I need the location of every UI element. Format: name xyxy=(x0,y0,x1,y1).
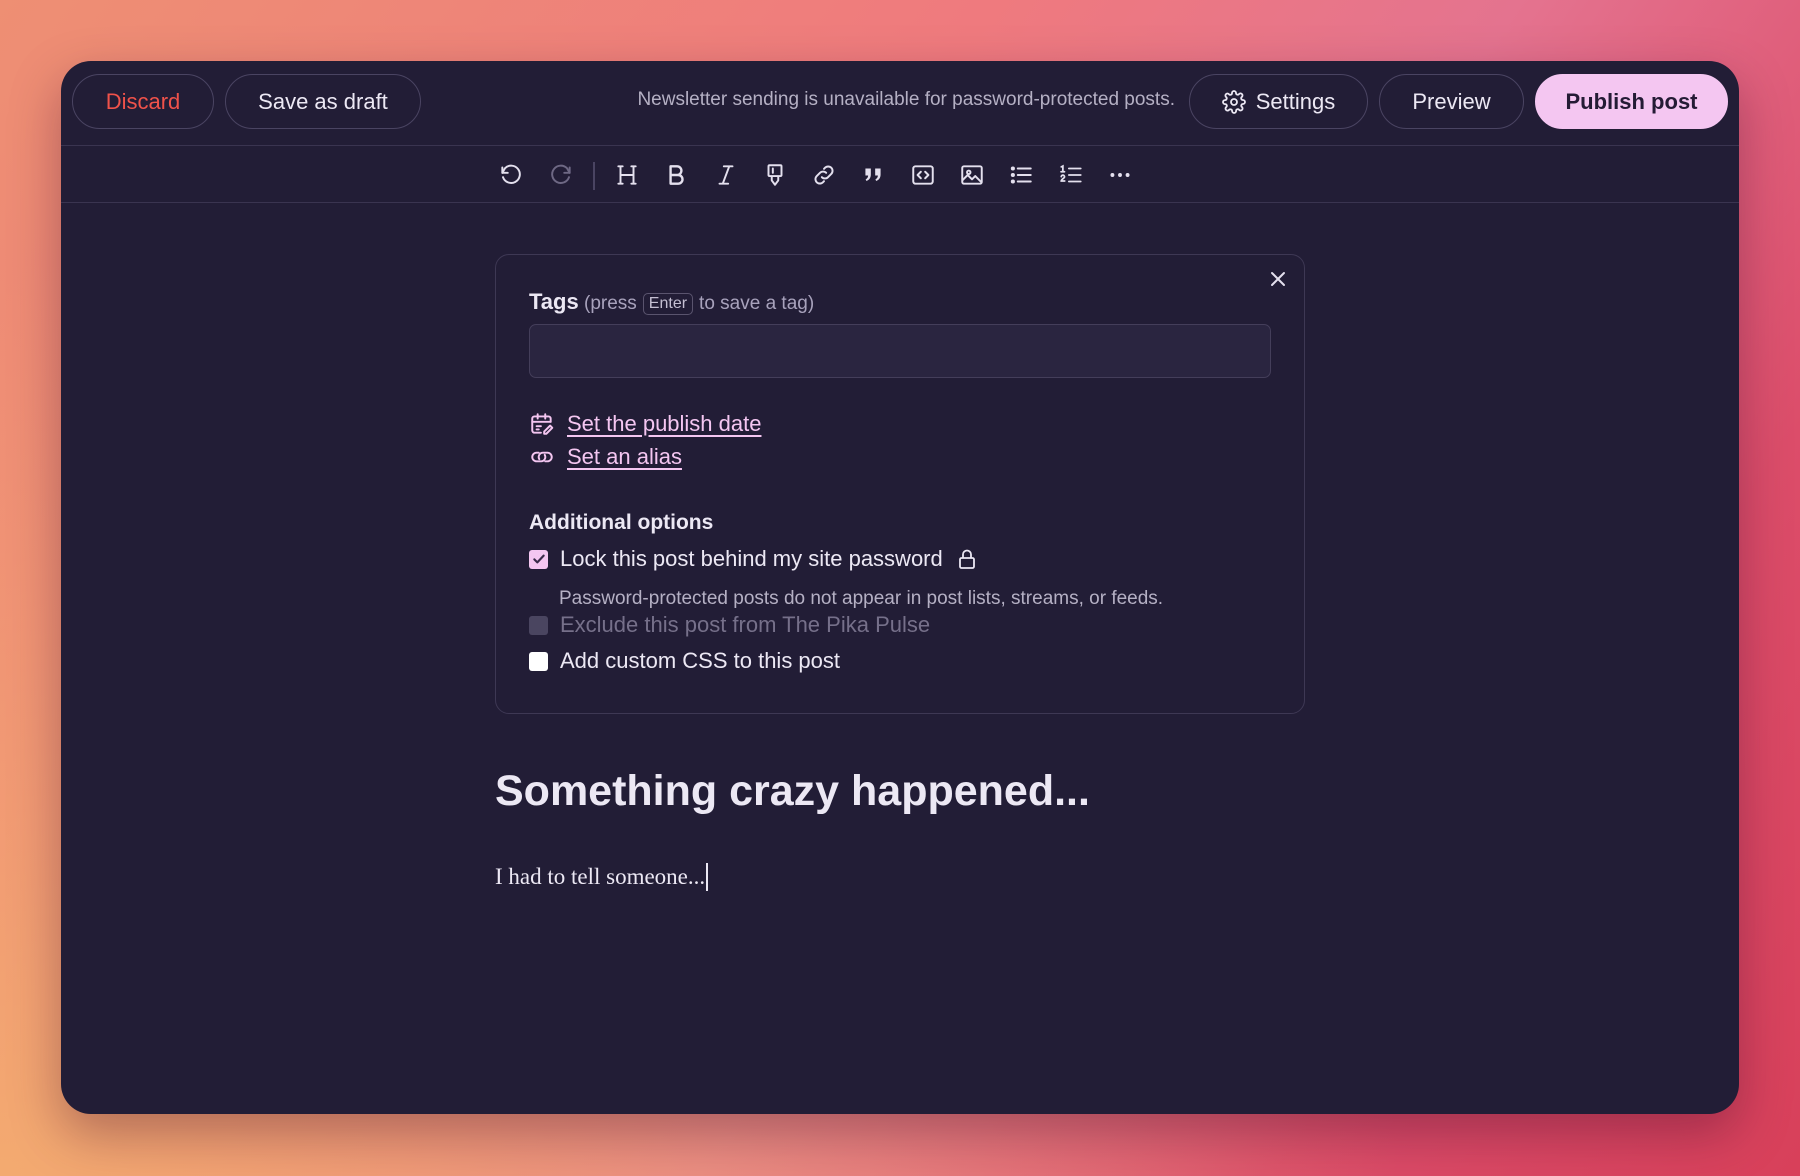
preview-button[interactable]: Preview xyxy=(1379,74,1524,129)
lock-post-label: Lock this post behind my site password xyxy=(560,546,943,571)
highlight-icon[interactable] xyxy=(761,161,789,189)
code-block-icon[interactable] xyxy=(909,161,937,189)
set-alias-link[interactable]: Set an alias xyxy=(567,444,682,470)
toolbar-divider xyxy=(593,162,595,190)
tags-hint: (press Enter to save a tag) xyxy=(584,293,814,315)
save-draft-button[interactable]: Save as draft xyxy=(225,74,421,129)
settings-label: Settings xyxy=(1255,88,1336,114)
tags-input[interactable] xyxy=(529,324,1271,378)
set-publish-date-link[interactable]: Set the publish date xyxy=(567,411,761,437)
calendar-edit-icon xyxy=(531,413,554,435)
post-title[interactable]: Something crazy happened... xyxy=(495,767,1090,816)
numbered-list-icon[interactable] xyxy=(1057,161,1085,189)
heading-icon[interactable] xyxy=(613,161,641,189)
additional-options-title: Additional options xyxy=(529,511,714,534)
editor-window: Discard Save as draft Newsletter sending… xyxy=(61,61,1739,1114)
exclude-newsletter-option: Exclude this post from The Pika Pulse xyxy=(529,612,930,638)
publish-button[interactable]: Publish post xyxy=(1535,74,1728,129)
lock-post-description: Password-protected posts do not appear i… xyxy=(559,588,1164,609)
post-options-panel: Tags (press Enter to save a tag) Set the… xyxy=(495,254,1305,714)
newsletter-notice: Newsletter sending is unavailable for pa… xyxy=(637,89,1175,110)
lock-icon xyxy=(958,549,975,569)
custom-css-option[interactable]: Add custom CSS to this post xyxy=(529,648,840,674)
discard-button[interactable]: Discard xyxy=(72,74,214,129)
custom-css-checkbox[interactable] xyxy=(529,651,548,671)
publish-date-row: Set the publish date xyxy=(529,411,761,437)
bold-icon[interactable] xyxy=(662,161,690,189)
alias-row: Set an alias xyxy=(529,444,682,470)
post-body[interactable]: I had to tell someone... xyxy=(495,863,709,891)
quote-icon[interactable] xyxy=(859,161,887,189)
exclude-newsletter-checkbox xyxy=(529,615,548,635)
post-body-text: I had to tell someone... xyxy=(495,864,706,889)
undo-icon[interactable] xyxy=(497,161,525,189)
top-bar: Discard Save as draft Newsletter sending… xyxy=(61,61,1739,146)
lock-post-option[interactable]: Lock this post behind my site password xyxy=(529,546,979,572)
settings-button[interactable]: Settings xyxy=(1189,74,1368,129)
italic-icon[interactable] xyxy=(712,161,740,189)
tags-hint-after: to save a tag) xyxy=(699,293,815,314)
image-icon[interactable] xyxy=(958,161,986,189)
gear-icon xyxy=(1221,89,1246,114)
link-icon xyxy=(531,451,553,463)
bullet-list-icon[interactable] xyxy=(1007,161,1035,189)
redo-icon[interactable] xyxy=(547,161,575,189)
exclude-newsletter-label: Exclude this post from The Pika Pulse xyxy=(560,612,931,637)
more-icon[interactable] xyxy=(1106,161,1134,189)
close-icon[interactable] xyxy=(1266,267,1290,291)
enter-key-badge: Enter xyxy=(642,293,694,315)
link-icon[interactable] xyxy=(810,161,838,189)
tags-hint-before: (press xyxy=(584,293,637,314)
lock-post-checkbox[interactable] xyxy=(529,549,548,569)
tags-label: Tags xyxy=(529,289,579,314)
formatting-toolbar xyxy=(61,147,1739,203)
custom-css-label: Add custom CSS to this post xyxy=(560,648,841,673)
text-cursor xyxy=(706,863,709,891)
